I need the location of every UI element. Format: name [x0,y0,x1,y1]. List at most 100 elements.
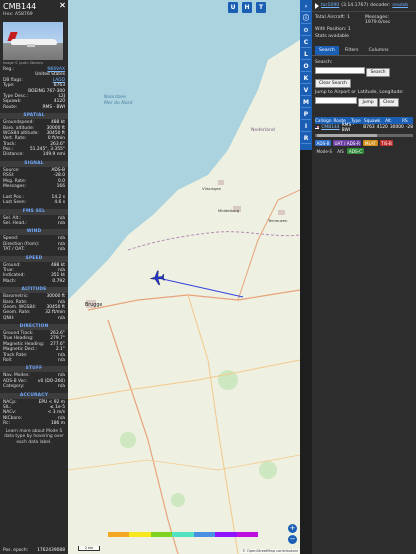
info-label: Roll: [3,358,13,364]
info-row: Distance: 149.9 nmi [0,152,68,157]
table-row[interactable]: CMB144 RMS - BWI B763 4120 30000 -28 [315,123,413,133]
photo-engine [27,44,35,47]
collapse-arrow-icon[interactable] [315,2,319,9]
info-value: n/a [58,358,65,364]
source-tag: Mode-S [315,148,334,154]
map-button-h[interactable]: H [242,2,252,13]
stats-available: Stats available [315,34,349,39]
map-view[interactable]: Noordzee Mer du Nord Nederland Brugge Mi… [68,0,300,554]
map-scale: 2 km [78,546,100,551]
column-header[interactable]: Alt. [380,117,396,124]
aircraft-photo[interactable] [3,22,63,60]
toolbar-info-button[interactable]: ⓘ [301,13,311,24]
info-label: Mach: [3,278,17,284]
toolbar-button-r[interactable]: R [301,133,311,144]
section-header[interactable]: SPATIAL [0,113,68,120]
section-header[interactable]: WIND [0,229,68,236]
toolbar-button-o[interactable]: O [301,61,311,72]
map-button-t[interactable]: T [256,2,266,13]
map-canvas [68,0,300,554]
map-attribution[interactable]: © OpenStreetMap contributors [241,549,299,553]
panel-tabs: Search Filters Columns [312,42,416,56]
pos-epoch-value: 1762439088 [37,547,65,553]
hex-code: Hex: A58769 [3,12,33,17]
jump-input[interactable] [315,97,357,104]
altitude-color-swatch [108,532,130,537]
source-legend: ADS-B UAT / ADS-R MLAT TIS-B Mode-S AIS ADS-C [315,140,413,154]
section-header[interactable]: SPEED [0,255,68,262]
info-label: Sel. Head.: [3,220,27,226]
info-row: TAT / OAT: n/a [0,247,68,252]
section-header[interactable]: ALTITUDE [0,287,68,294]
info-row: Last Seen: 4.6 s [0,200,68,205]
altitude-color-swatch [193,532,216,537]
decoder-link[interactable]: readsb [392,3,408,8]
search-label: Search: [315,60,333,65]
clear-search-button[interactable]: Clear Search [315,79,351,88]
column-header[interactable]: Squawk [364,117,380,124]
map-label-middelburg: Middelburg [218,208,240,213]
section-header[interactable]: DIRECTION [0,324,68,331]
source-tag: ADS-C [347,148,364,154]
source-tag: TIS-B [379,140,394,146]
tab-columns[interactable]: Columns [365,46,393,55]
map-button-u[interactable]: U [228,2,238,13]
column-header[interactable]: RS [397,117,413,124]
withpos-value: 1 [347,27,351,32]
toolbar-button-p[interactable]: P [301,109,311,120]
altitude-color-swatch [172,532,194,537]
info-value: n/a [58,315,65,321]
info-label: QNH: [3,315,15,321]
toolbar-settings-button[interactable]: ⚙ [301,25,311,36]
section-header[interactable]: STUFF [0,366,68,373]
source-tag: AIS [335,148,346,154]
decoder-label: decoder: [370,3,391,8]
toolbar-button-l[interactable]: L [301,49,311,60]
toolbar-button-v[interactable]: V [301,85,311,96]
toolbar-button-i[interactable]: I [301,121,311,132]
tab-search[interactable]: Search [315,46,339,55]
info-row: Route: RMS - BWI [0,105,68,110]
toolbar-button-m[interactable]: M [301,97,311,108]
section-header[interactable]: SIGNAL [0,160,68,167]
info-value: RMS - BWI [42,104,66,110]
map-label-brugge: Brugge [85,303,103,308]
row-callsign: CMB144 [321,125,340,130]
info-label: Reg.: [3,67,15,72]
aircraft-list-panel: tar1090 (3.14.1767) decoder: readsb Tota… [312,0,416,554]
search-input[interactable] [315,67,365,74]
toolbar-button-c[interactable]: C [301,37,311,48]
info-row: Sel. Head.: n/a [0,221,68,226]
section-header[interactable]: FMS SEL [0,208,68,215]
toolbar-button-k[interactable]: K [301,73,311,84]
row-type: B763 [363,125,375,130]
row-rssi: -28 [405,125,413,130]
info-value: n/a [58,384,65,390]
zoom-out-button[interactable]: − [288,535,297,544]
search-button[interactable]: Search [366,68,390,77]
tab-filters[interactable]: Filters [341,46,363,55]
info-label: Last Seen: [3,200,26,206]
info-label: Rc: [3,421,10,427]
app-link[interactable]: tar1090 [321,3,339,8]
with-position: With Position: 1 [315,27,363,32]
column-header[interactable]: Callsign [315,117,331,124]
jump-button[interactable]: Jump [358,98,378,107]
altitude-color-swatch [129,532,151,537]
basic-info: Reg.: N669AX United States DB flags: LADD Typ… [0,67,68,110]
close-icon[interactable] [59,2,65,8]
toolbar-arrow-button[interactable]: › [301,1,311,12]
altitude-color-swatch [215,532,237,537]
section-header[interactable]: ACCURACY [0,392,68,399]
zoom-in-button[interactable]: + [288,524,297,533]
altitude-color-swatch [236,532,258,537]
info-label: Category: [3,384,25,390]
info-label: Messages: [3,184,27,190]
info-value: n/a [58,220,65,226]
callsign: CMB144 [3,2,37,11]
info-header: CMB144 Hex: A58769 [0,0,68,22]
table-scrollbar[interactable] [315,134,413,137]
info-row: Roll: n/a [0,358,68,363]
toolbar-letter-buttons: CLOKVMPIR [300,37,312,144]
jump-clear-button[interactable]: Clear [379,98,399,107]
